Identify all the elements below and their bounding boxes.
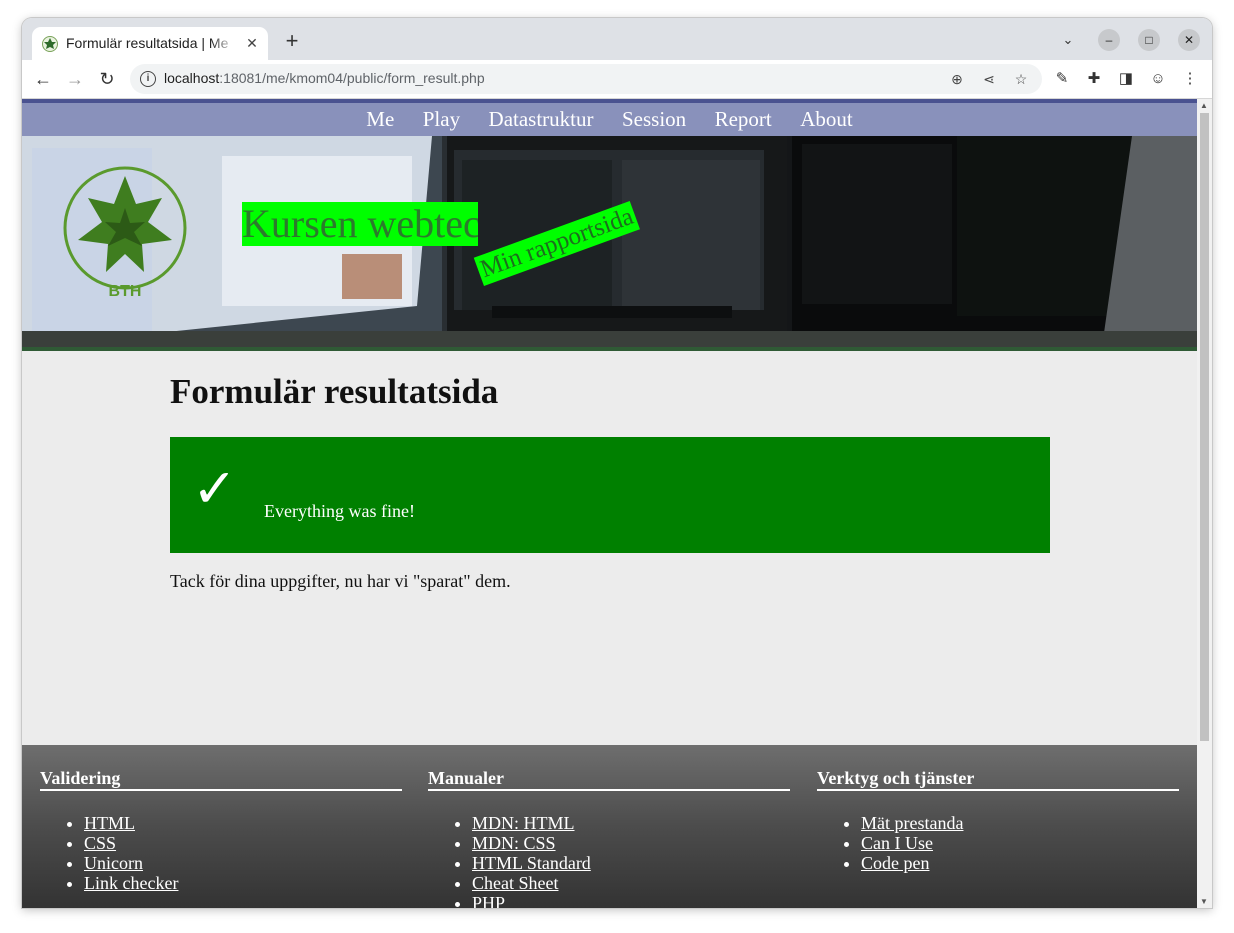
- footer-column-verktyg: Verktyg och tjänster Mät prestanda Can I…: [817, 767, 1179, 873]
- footer-column-validering: Validering HTML CSS Unicorn Link checker: [40, 767, 402, 893]
- site-footer: Validering HTML CSS Unicorn Link checker…: [22, 745, 1197, 908]
- list-item: HTML Standard: [472, 853, 790, 873]
- zoom-icon[interactable]: ⊕: [948, 70, 966, 88]
- list-item: Link checker: [84, 873, 402, 893]
- list-item: MDN: CSS: [472, 833, 790, 853]
- close-tab-icon[interactable]: ✕: [244, 35, 260, 51]
- list-item: HTML: [84, 813, 402, 833]
- tab-strip: Formulär resultatsida | Me ✕ + ⌄ – □ ✕: [22, 18, 1212, 60]
- scroll-down-arrow-icon[interactable]: ▼: [1200, 897, 1208, 906]
- nav-link-me[interactable]: Me: [366, 103, 394, 135]
- address-bar[interactable]: i localhost:18081/me/kmom04/public/form_…: [130, 64, 1042, 94]
- back-arrow-icon[interactable]: ←: [32, 68, 54, 90]
- footer-heading: Validering: [40, 767, 402, 791]
- list-item: MDN: HTML: [472, 813, 790, 833]
- minimize-icon[interactable]: –: [1098, 29, 1120, 51]
- success-flash-message: ✓ Everything was fine!: [170, 437, 1050, 553]
- site-title[interactable]: Kursen webtec: [242, 202, 478, 246]
- footer-link-php[interactable]: PHP: [472, 893, 505, 908]
- main-content: Formulär resultatsida ✓ Everything was f…: [170, 371, 1050, 591]
- profile-avatar-icon[interactable]: ☺: [1148, 69, 1168, 89]
- footer-link-mdn-html[interactable]: MDN: HTML: [472, 813, 575, 833]
- bth-logo-text: BTH: [109, 283, 142, 300]
- reload-icon[interactable]: ↻: [96, 68, 118, 90]
- browser-tab[interactable]: Formulär resultatsida | Me ✕: [32, 27, 268, 60]
- nav-link-datastruktur[interactable]: Datastruktur: [489, 103, 594, 135]
- footer-link-unicorn[interactable]: Unicorn: [84, 853, 143, 873]
- bth-logo: BTH: [63, 166, 187, 300]
- maximize-icon[interactable]: □: [1138, 29, 1160, 51]
- footer-link-mat-prestanda[interactable]: Mät prestanda: [861, 813, 963, 833]
- forward-arrow-icon[interactable]: →: [64, 68, 86, 90]
- list-item: Mät prestanda: [861, 813, 1179, 833]
- nav-link-about[interactable]: About: [800, 103, 853, 135]
- footer-link-html-standard[interactable]: HTML Standard: [472, 853, 591, 873]
- browser-window: Formulär resultatsida | Me ✕ + ⌄ – □ ✕ ←…: [22, 18, 1212, 908]
- site-info-icon[interactable]: i: [140, 71, 156, 87]
- header-banner: BTH Kursen webtec Min rapportsida: [22, 136, 1197, 347]
- nav-link-report[interactable]: Report: [715, 103, 772, 135]
- vertical-scrollbar[interactable]: ▲ ▼: [1197, 99, 1212, 908]
- scrollbar-thumb[interactable]: [1200, 113, 1209, 741]
- list-item: Cheat Sheet: [472, 873, 790, 893]
- checkmark-icon: ✓: [192, 457, 238, 520]
- nav-link-play[interactable]: Play: [423, 103, 460, 135]
- tab-title: Formulär resultatsida | Me: [66, 35, 229, 51]
- scroll-up-arrow-icon[interactable]: ▲: [1200, 101, 1208, 110]
- footer-link-cheat-sheet[interactable]: Cheat Sheet: [472, 873, 558, 893]
- url-path: :18081/me/kmom04/public/form_result.php: [219, 70, 485, 86]
- footer-link-mdn-css[interactable]: MDN: CSS: [472, 833, 556, 853]
- new-tab-button[interactable]: +: [280, 30, 304, 54]
- page-title: Formulär resultatsida: [170, 372, 499, 411]
- list-item: Code pen: [861, 853, 1179, 873]
- footer-link-can-i-use[interactable]: Can I Use: [861, 833, 933, 853]
- flash-message-text: Everything was fine!: [264, 501, 415, 521]
- list-item: PHP: [472, 893, 790, 908]
- footer-heading: Manualer: [428, 767, 790, 791]
- share-icon[interactable]: ⋖: [980, 70, 998, 88]
- browser-toolbar: ← → ↻ i localhost:18081/me/kmom04/public…: [22, 60, 1212, 99]
- tab-search-chevron-icon[interactable]: ⌄: [1058, 32, 1078, 52]
- extensions-puzzle-icon[interactable]: ✚: [1084, 69, 1104, 89]
- side-panel-icon[interactable]: ◨: [1116, 69, 1136, 89]
- banner-divider: [22, 347, 1197, 351]
- footer-link-code-pen[interactable]: Code pen: [861, 853, 929, 873]
- url-host: localhost: [164, 70, 220, 86]
- thank-you-text: Tack för dina uppgifter, nu har vi "spar…: [170, 571, 511, 591]
- list-item: CSS: [84, 833, 402, 853]
- list-item: Unicorn: [84, 853, 402, 873]
- footer-link-css[interactable]: CSS: [84, 833, 116, 853]
- footer-link-link-checker[interactable]: Link checker: [84, 873, 178, 893]
- menu-kebab-icon[interactable]: ⋮: [1180, 69, 1200, 89]
- close-window-icon[interactable]: ✕: [1178, 29, 1200, 51]
- nav-link-session[interactable]: Session: [622, 103, 686, 135]
- page-viewport: Me Play Datastruktur Session Report Abou…: [22, 99, 1197, 908]
- footer-heading: Verktyg och tjänster: [817, 767, 1179, 791]
- bth-leaf-favicon-icon: [42, 36, 58, 52]
- footer-column-manualer: Manualer MDN: HTML MDN: CSS HTML Standar…: [428, 767, 790, 908]
- url-text[interactable]: localhost:18081/me/kmom04/public/form_re…: [164, 70, 485, 86]
- bookmark-star-icon[interactable]: ☆: [1012, 70, 1030, 88]
- footer-link-html[interactable]: HTML: [84, 813, 135, 833]
- list-item: Can I Use: [861, 833, 1179, 853]
- site-navbar: Me Play Datastruktur Session Report Abou…: [22, 99, 1197, 136]
- eyedropper-icon[interactable]: ✎: [1052, 69, 1072, 89]
